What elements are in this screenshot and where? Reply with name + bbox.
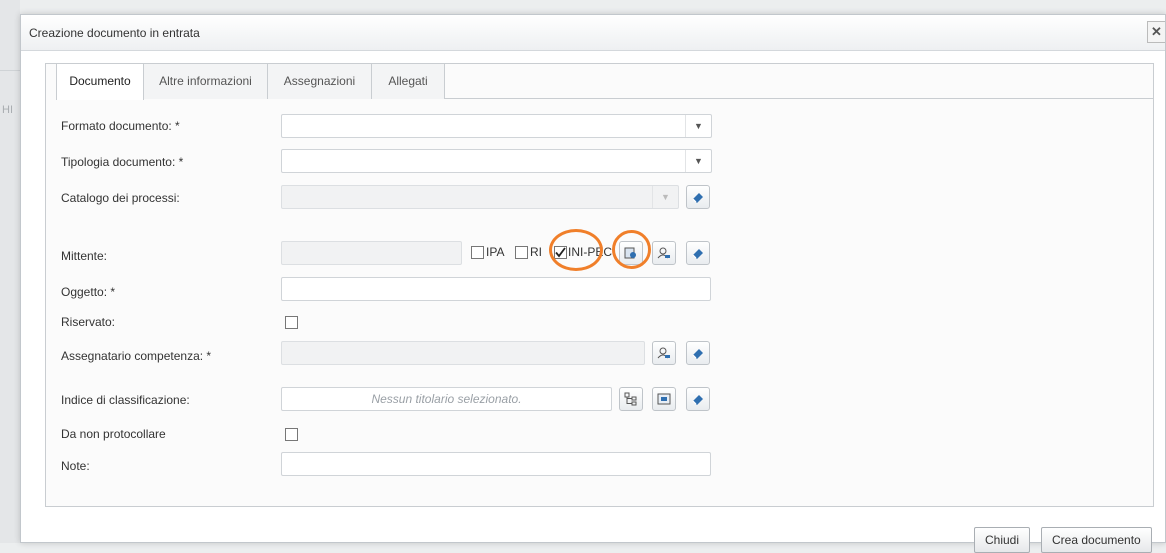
eraser-icon — [692, 193, 703, 203]
eraser-icon — [692, 349, 703, 359]
create-document-dialog: Creazione documento in entrata ✕ Documen… — [20, 14, 1166, 553]
tipologia-documento-label: Tipologia documento: * — [61, 155, 184, 169]
tab-bar: Documento Altre informazioni Assegnazion… — [46, 64, 1153, 100]
tab-documento[interactable]: Documento — [56, 64, 144, 100]
assegnatario-input[interactable] — [281, 341, 645, 365]
oggetto-input[interactable] — [281, 277, 711, 301]
indice-eraser-button[interactable] — [686, 387, 710, 411]
close-icon[interactable]: ✕ — [1147, 21, 1165, 43]
indice-placeholder: Nessun titolario selezionato. — [371, 392, 522, 406]
ri-label: RI — [530, 245, 542, 259]
select-assegnatario-button[interactable] — [652, 341, 676, 365]
tab-allegati[interactable]: Allegati — [372, 64, 445, 99]
tipologia-documento-select[interactable]: ▼ — [281, 149, 712, 173]
folder-icon — [657, 393, 671, 405]
ini-pec-label: INI-PEC — [568, 245, 613, 259]
riservato-label: Riservato: — [61, 315, 116, 329]
create-document-button[interactable]: Crea documento — [1041, 527, 1152, 553]
ipa-checkbox[interactable] — [471, 246, 484, 259]
titolario-button[interactable] — [652, 387, 676, 411]
catalogo-processi-label: Catalogo dei processi: — [61, 191, 180, 205]
ri-checkbox[interactable] — [515, 246, 528, 259]
note-input[interactable] — [281, 452, 711, 476]
mittente-eraser-button[interactable] — [686, 241, 710, 265]
catalogo-processi-select: ▼ — [281, 185, 679, 209]
close-button[interactable]: Chiudi — [974, 527, 1031, 553]
dialog-titlebar: Creazione documento in entrata ✕ — [21, 15, 1165, 51]
tree-icon — [624, 392, 637, 406]
ipa-label: IPA — [486, 245, 505, 259]
oggetto-label: Oggetto: * — [61, 285, 116, 299]
assegnatario-eraser-button[interactable] — [686, 341, 710, 365]
eraser-icon — [692, 395, 703, 405]
formato-documento-label: Formato documento: * — [61, 119, 180, 133]
formato-documento-select[interactable]: ▼ — [281, 114, 712, 138]
ini-pec-checkbox[interactable] — [554, 246, 567, 259]
eraser-icon — [692, 249, 703, 259]
chevron-down-icon[interactable]: ▼ — [685, 150, 711, 172]
mittente-label: Mittente: — [61, 249, 108, 263]
tab-assegnazioni[interactable]: Assegnazioni — [268, 64, 372, 99]
tree-view-button[interactable] — [619, 387, 643, 411]
da-non-protocollare-checkbox[interactable] — [285, 428, 298, 441]
indice-classificazione-input[interactable]: Nessun titolario selezionato. — [281, 387, 612, 411]
catalogo-eraser-button[interactable] — [686, 185, 710, 209]
search-mittente-button[interactable] — [619, 241, 643, 265]
user-search-icon — [657, 347, 670, 359]
assegnatario-label: Assegnatario competenza: * — [61, 349, 212, 363]
background-hint: HI — [2, 104, 13, 116]
checkmark-icon — [555, 247, 566, 258]
user-search-icon — [657, 247, 670, 259]
dialog-title: Creazione documento in entrata — [29, 26, 200, 40]
riservato-checkbox[interactable] — [285, 316, 298, 329]
tab-altre-informazioni[interactable]: Altre informazioni — [144, 64, 268, 99]
search-icon — [624, 247, 636, 259]
chevron-down-icon: ▼ — [652, 186, 678, 208]
indice-classificazione-label: Indice di classificazione: — [61, 393, 190, 407]
note-label: Note: — [61, 459, 90, 473]
select-user-button[interactable] — [652, 241, 676, 265]
chevron-down-icon[interactable]: ▼ — [685, 115, 711, 137]
background-sidebar — [0, 0, 20, 543]
da-non-protocollare-label: Da non protocollare — [61, 427, 166, 441]
mittente-input[interactable] — [281, 241, 462, 265]
